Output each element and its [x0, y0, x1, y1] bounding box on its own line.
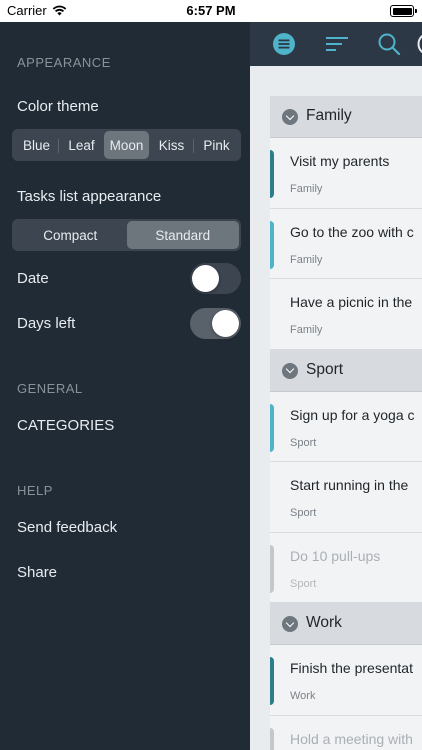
task-row[interactable]: Start running in the Sport — [270, 462, 422, 533]
category-header[interactable]: Family — [270, 96, 422, 138]
status-bar: Carrier 6:57 PM — [0, 0, 422, 22]
settings-sidebar: APPEARANCE Color theme Blue Leaf Moon Ki… — [0, 22, 250, 750]
category-header[interactable]: Sport — [270, 349, 422, 392]
theme-option-blue[interactable]: Blue — [14, 131, 59, 159]
category-name: Work — [306, 614, 342, 631]
days-left-label: Days left — [17, 315, 76, 332]
task-color-marker — [270, 220, 274, 269]
task-title: Sign up for a yoga c — [290, 406, 415, 423]
task-category: Family — [290, 253, 323, 266]
task-row[interactable]: Finish the presentat Work — [270, 645, 422, 716]
search-icon[interactable] — [377, 32, 401, 61]
task-title: Go to the zoo with c — [290, 223, 414, 240]
toggle-knob — [212, 310, 239, 337]
task-title: Start running in the — [290, 477, 409, 493]
chevron-down-icon[interactable] — [282, 362, 298, 379]
toolbar — [250, 22, 422, 66]
task-category: Work — [290, 690, 316, 702]
task-row[interactable]: Have a picnic in the Family — [270, 279, 422, 350]
chevron-down-icon[interactable] — [282, 109, 298, 125]
task-title: Hold a meeting with — [290, 730, 413, 747]
task-row[interactable]: Visit my parents Family — [270, 138, 422, 209]
chevron-down-icon[interactable] — [282, 616, 298, 632]
task-list: Family Visit my parents Family Go to the zo… — [270, 96, 422, 750]
color-theme-label: Color theme — [17, 98, 99, 115]
clock: 6:57 PM — [186, 3, 236, 18]
color-theme-selector: Blue Leaf Moon Kiss Pink — [12, 129, 241, 161]
task-title: Visit my parents — [290, 153, 390, 169]
send-feedback-link[interactable]: Send feedback — [17, 519, 117, 536]
categories-link[interactable]: CATEGORIES — [17, 417, 114, 434]
date-label: Date — [17, 270, 49, 287]
task-category: Sport — [290, 507, 317, 519]
task-category: Sport — [290, 577, 317, 590]
appearance-header: APPEARANCE — [17, 55, 111, 70]
task-row[interactable]: Sign up for a yoga c Sport — [270, 391, 422, 462]
theme-option-leaf[interactable]: Leaf — [59, 131, 104, 159]
category-name: Sport — [306, 360, 344, 378]
task-color-marker — [270, 150, 274, 198]
task-category: Family — [290, 183, 323, 195]
tasks-list-appearance-label: Tasks list appearance — [17, 188, 162, 205]
category-name: Family — [306, 107, 352, 124]
share-link[interactable]: Share — [17, 564, 57, 581]
task-category: Sport — [290, 436, 317, 449]
battery-icon — [390, 5, 417, 17]
help-header: HELP — [17, 483, 53, 498]
theme-option-kiss[interactable]: Kiss — [149, 131, 194, 159]
task-title: Have a picnic in the — [290, 294, 413, 310]
theme-option-pink[interactable]: Pink — [194, 131, 239, 159]
task-category: Family — [290, 324, 323, 336]
task-title: Do 10 pull-ups — [290, 547, 381, 564]
task-color-marker — [270, 727, 274, 750]
tasks-list-appearance-selector: Compact Standard — [12, 219, 241, 251]
add-icon[interactable] — [416, 31, 422, 57]
sort-icon[interactable] — [325, 32, 349, 61]
task-title: Finish the presentat — [290, 660, 413, 676]
toggle-knob — [192, 265, 219, 292]
task-row[interactable]: Go to the zoo with c Family — [270, 208, 422, 279]
task-color-marker — [270, 657, 274, 705]
task-row[interactable]: Hold a meeting with — [270, 715, 422, 750]
task-color-marker — [270, 544, 274, 593]
menu-icon[interactable] — [272, 32, 296, 61]
appearance-option-standard[interactable]: Standard — [126, 221, 239, 249]
date-toggle[interactable] — [190, 263, 241, 294]
days-left-toggle[interactable] — [190, 308, 241, 339]
task-list-panel: Family Visit my parents Family Go to the zo… — [250, 66, 422, 750]
category-header[interactable]: Work — [270, 603, 422, 645]
task-color-marker — [270, 403, 274, 452]
general-header: GENERAL — [17, 381, 83, 396]
task-row[interactable]: Do 10 pull-ups Sport — [270, 532, 422, 603]
theme-option-moon[interactable]: Moon — [104, 131, 149, 159]
appearance-option-compact[interactable]: Compact — [14, 221, 127, 249]
